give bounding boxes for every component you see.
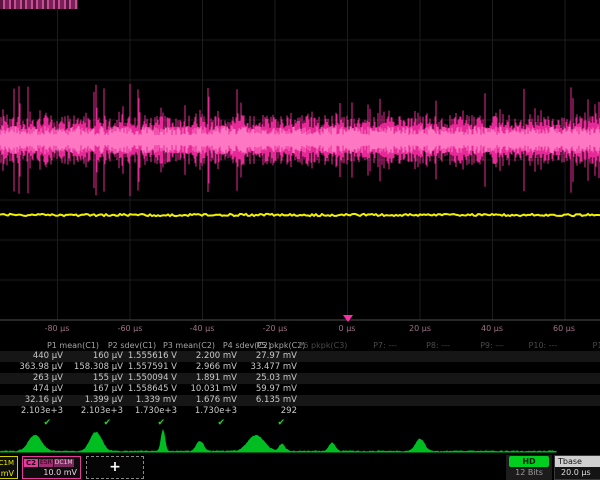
trigger-position-icon[interactable]	[343, 315, 353, 322]
acquisition-mode-group[interactable]: HD 12 Bits	[506, 455, 552, 480]
measure-value: 1.676 mV	[177, 395, 237, 406]
add-trace-button[interactable]: +	[86, 456, 144, 479]
measure-header-inactive[interactable]: P11	[592, 340, 600, 351]
measure-value: 10.031 mV	[177, 384, 237, 395]
waveform-area[interactable]	[0, 0, 600, 330]
measure-value: 1.891 mV	[177, 373, 237, 384]
measure-value: 2.966 mV	[177, 362, 237, 373]
measure-value: 1.557591 V	[117, 362, 177, 373]
timebase-title: Tbase	[555, 456, 600, 467]
time-axis: -100 µs-80 µs-60 µs-40 µs-20 µs0 µs20 µs…	[0, 324, 600, 336]
measure-stats-row: 440 µV160 µV1.555616 V2.200 mV27.97 mV	[0, 351, 600, 362]
measure-header-inactive[interactable]: P6 pkpk(C3)	[299, 340, 348, 351]
time-tick-label: 20 µs	[409, 324, 431, 333]
measure-value: 292	[237, 406, 297, 417]
measure-value: 25.03 mV	[237, 373, 297, 384]
measure-value: 27.97 mV	[237, 351, 297, 362]
channel-c2-descriptor[interactable]: C2 ESR DC1M 10.0 mV	[22, 456, 81, 479]
time-tick-label: -80 µs	[45, 324, 70, 333]
time-tick-label: -20 µs	[263, 324, 288, 333]
hd-bits-label: 12 Bits	[506, 468, 552, 477]
measure-value: 167 µV	[63, 384, 123, 395]
measure-value: 33.477 mV	[237, 362, 297, 373]
measure-header-inactive[interactable]: P7: ---	[373, 340, 397, 351]
trace-label-overlay[interactable]	[0, 0, 78, 9]
measurement-table[interactable]: P1 mean(C1)P2 sdev(C1)P3 mean(C2)P4 sdev…	[0, 340, 600, 429]
measure-value: 1.730e+3	[117, 406, 177, 417]
measure-value: 6.135 mV	[237, 395, 297, 406]
measure-value: 263 µV	[3, 373, 63, 384]
timebase-descriptor[interactable]: Tbase 20.0 µs	[554, 455, 600, 480]
channel-c1-descriptor[interactable]: DC1M 0 mV	[0, 456, 18, 479]
measure-value: 1.399 µV	[63, 395, 123, 406]
measure-value: 158.308 µV	[63, 362, 123, 373]
time-tick-label: 0 µs	[339, 324, 356, 333]
timebase-value: 20.0 µs	[555, 467, 600, 479]
measure-header-inactive[interactable]: P10: ---	[529, 340, 558, 351]
time-tick-label: -60 µs	[118, 324, 143, 333]
status-check-icon: ✔	[177, 417, 237, 429]
measure-value: 2.103e+3	[63, 406, 123, 417]
status-check-icon: ✔	[117, 417, 177, 429]
c2-coupling-label: DC1M	[54, 459, 74, 467]
measure-stats-row: 474 µV167 µV1.558645 V10.031 mV59.97 mV	[0, 384, 600, 395]
measure-header[interactable]: P1 mean(C1)	[47, 340, 99, 351]
measure-stats-row: 263 µV155 µV1.550094 V1.891 mV25.03 mV	[0, 373, 600, 384]
measure-value: 160 µV	[63, 351, 123, 362]
c2-esr-badge: ESR	[39, 459, 53, 467]
measure-stats-row: 363.98 µV158.308 µV1.557591 V2.966 mV33.…	[0, 362, 600, 373]
c1-coupling-label: DC1M	[0, 457, 17, 468]
status-check-icon: ✔	[3, 417, 63, 429]
measure-value: 1.730e+3	[177, 406, 237, 417]
time-tick-label: -40 µs	[190, 324, 215, 333]
c1-scale-value: 0 mV	[0, 468, 17, 479]
measure-value: 1.339 mV	[117, 395, 177, 406]
status-check-icon: ✔	[237, 417, 297, 429]
measure-value: 32.16 µV	[3, 395, 63, 406]
measure-header-inactive[interactable]: P9: ---	[480, 340, 504, 351]
histogram-trace[interactable]	[0, 429, 600, 455]
measure-value: 440 µV	[3, 351, 63, 362]
time-tick-label: 40 µs	[481, 324, 503, 333]
measure-value: 2.200 mV	[177, 351, 237, 362]
measure-value: 1.555616 V	[117, 351, 177, 362]
measure-header[interactable]: P3 mean(C2)	[163, 340, 215, 351]
hd-mode-badge[interactable]: HD	[509, 456, 549, 467]
plus-icon: +	[87, 457, 143, 478]
status-check-icon: ✔	[63, 417, 123, 429]
measure-header[interactable]: P2 sdev(C1)	[108, 340, 156, 351]
measure-value: 363.98 µV	[3, 362, 63, 373]
measure-value: 1.550094 V	[117, 373, 177, 384]
oscilloscope-screen: -100 µs-80 µs-60 µs-40 µs-20 µs0 µs20 µs…	[0, 0, 600, 480]
time-tick-label: 60 µs	[553, 324, 575, 333]
c2-scale-value: 10.0 mV	[23, 467, 80, 478]
measure-value: 2.103e+3	[3, 406, 63, 417]
measure-stats-row: 32.16 µV1.399 µV1.339 mV1.676 mV6.135 mV	[0, 395, 600, 406]
measure-value: 1.558645 V	[117, 384, 177, 395]
measure-header-inactive[interactable]: P8: ---	[426, 340, 450, 351]
measure-value: 59.97 mV	[237, 384, 297, 395]
measure-value: 155 µV	[63, 373, 123, 384]
c2-channel-badge: C2	[24, 459, 38, 467]
measure-stats-row: 2.103e+32.103e+31.730e+31.730e+3292	[0, 406, 600, 417]
measure-value: 474 µV	[3, 384, 63, 395]
